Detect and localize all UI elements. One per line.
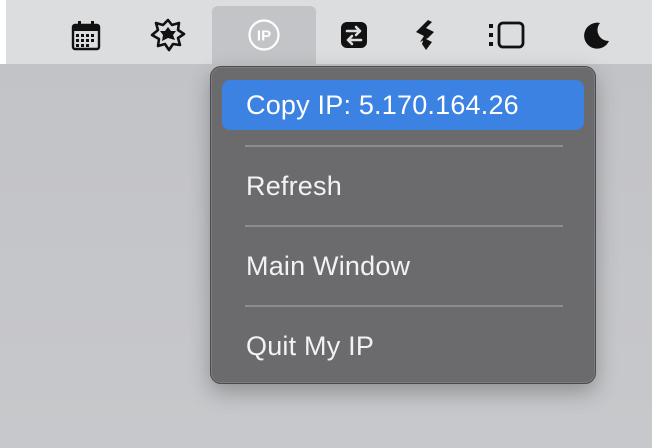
- calendar-icon[interactable]: [60, 6, 112, 64]
- copy-ip-menu-item[interactable]: Copy IP: 5.170.164.26: [222, 80, 584, 130]
- menu-separator: [245, 145, 563, 147]
- menu-separator: [245, 225, 563, 227]
- quit-label: Quit My IP: [246, 330, 375, 361]
- moon-icon[interactable]: [570, 6, 622, 64]
- dropdown-menu: Copy IP: 5.170.164.26 Refresh Main Windo…: [210, 66, 596, 384]
- main-window-menu-item[interactable]: Main Window: [222, 241, 584, 291]
- ip-icon[interactable]: IP: [212, 6, 316, 64]
- main-window-label: Main Window: [246, 250, 411, 281]
- sidebar-list-icon[interactable]: [480, 6, 532, 64]
- refresh-menu-item[interactable]: Refresh: [222, 161, 584, 211]
- gear-badge-icon[interactable]: [142, 6, 194, 64]
- refresh-label: Refresh: [246, 170, 342, 201]
- menu-bar: IP: [6, 0, 652, 64]
- svg-text:IP: IP: [257, 28, 271, 45]
- menu-separator: [245, 305, 563, 307]
- leaf-sync-icon[interactable]: [400, 6, 452, 64]
- copy-ip-label: Copy IP: 5.170.164.26: [246, 89, 519, 120]
- transfer-arrows-icon[interactable]: [328, 6, 380, 64]
- quit-menu-item[interactable]: Quit My IP: [222, 321, 584, 371]
